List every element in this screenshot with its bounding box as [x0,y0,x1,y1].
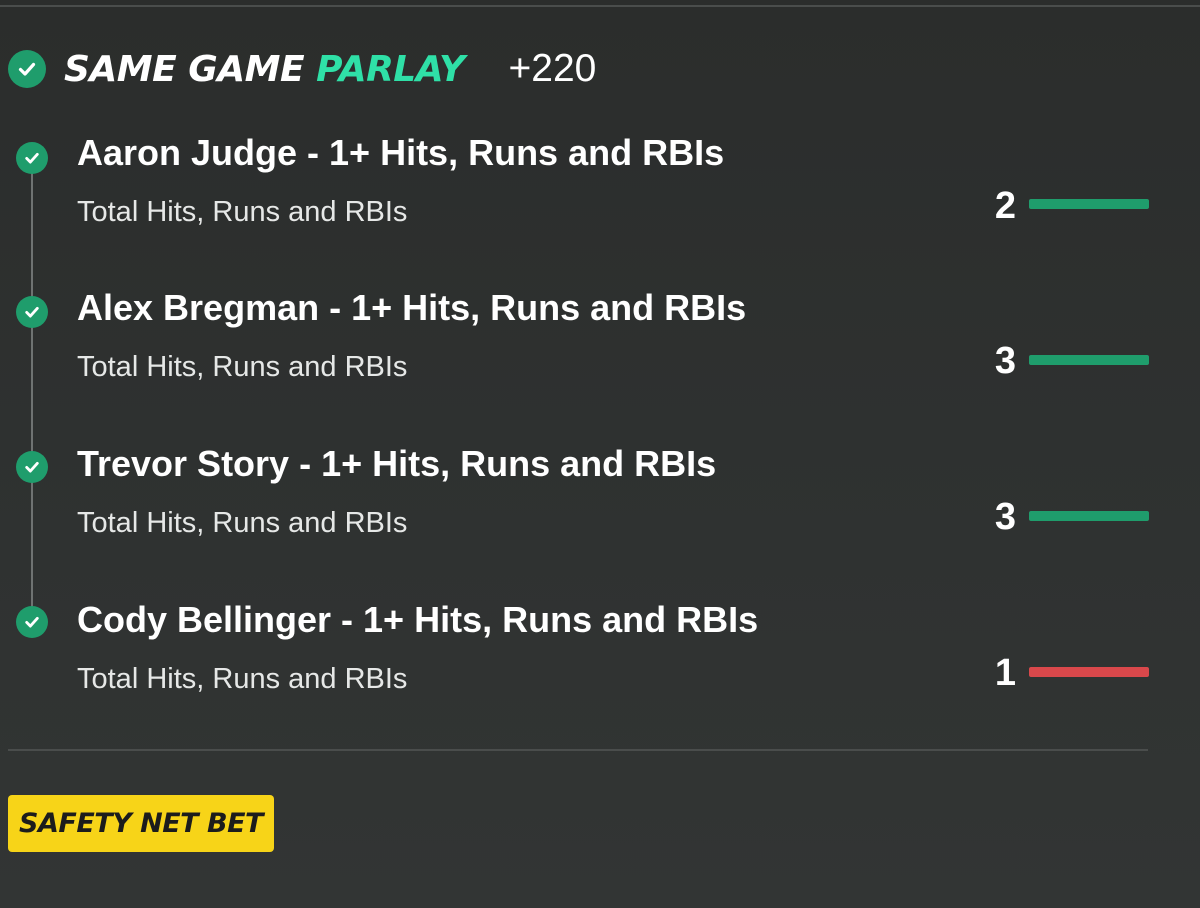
leg-subtitle: Total Hits, Runs and RBIs [77,351,408,383]
parlay-title-main: SAME GAME [64,48,305,90]
check-circle-icon [16,451,48,483]
safety-net-bet-badge: SAFETY NET BET [8,795,274,852]
leg-title: Alex Bregman - 1+ Hits, Runs and RBIs [77,287,747,328]
leg-subtitle: Total Hits, Runs and RBIs [77,507,408,539]
leg-stat-value: 3 [994,496,1016,538]
parlay-title-accent: PARLAY [316,48,465,90]
leg-progress-fill [1029,511,1149,521]
leg-subtitle: Total Hits, Runs and RBIs [77,663,408,695]
leg-progress-bar [1029,199,1149,209]
check-circle-icon [16,142,48,174]
parlay-odds: +220 [508,47,597,90]
leg-progress-bar [1029,355,1149,365]
section-divider [8,749,1148,751]
leg-stat-value: 3 [994,340,1016,382]
leg-progress-fill [1029,355,1149,365]
top-divider [0,5,1200,7]
leg-stat-value: 2 [994,185,1016,227]
leg-progress-bar [1029,511,1149,521]
leg-stat-value: 1 [994,652,1016,694]
leg-title: Cody Bellinger - 1+ Hits, Runs and RBIs [77,599,759,640]
check-circle-icon [8,50,46,88]
leg-subtitle: Total Hits, Runs and RBIs [77,196,408,228]
safety-net-bet-label: SAFETY NET BET [19,808,263,839]
leg-title: Aaron Judge - 1+ Hits, Runs and RBIs [77,132,725,173]
parlay-leg: Trevor Story - 1+ Hits, Runs and RBIs To… [0,439,1200,549]
leg-title: Trevor Story - 1+ Hits, Runs and RBIs [77,443,717,484]
check-circle-icon [16,296,48,328]
parlay-leg: Cody Bellinger - 1+ Hits, Runs and RBIs … [0,594,1200,704]
parlay-leg: Aaron Judge - 1+ Hits, Runs and RBIs Tot… [0,128,1200,238]
parlay-title: SAME GAME PARLAY [64,49,465,90]
leg-progress-fill [1029,199,1149,209]
parlay-header: SAME GAME PARLAY +220 [8,44,596,94]
leg-progress-bar [1029,667,1149,677]
parlay-leg: Alex Bregman - 1+ Hits, Runs and RBIs To… [0,283,1200,393]
leg-progress-fill [1029,667,1149,677]
check-circle-icon [16,606,48,638]
